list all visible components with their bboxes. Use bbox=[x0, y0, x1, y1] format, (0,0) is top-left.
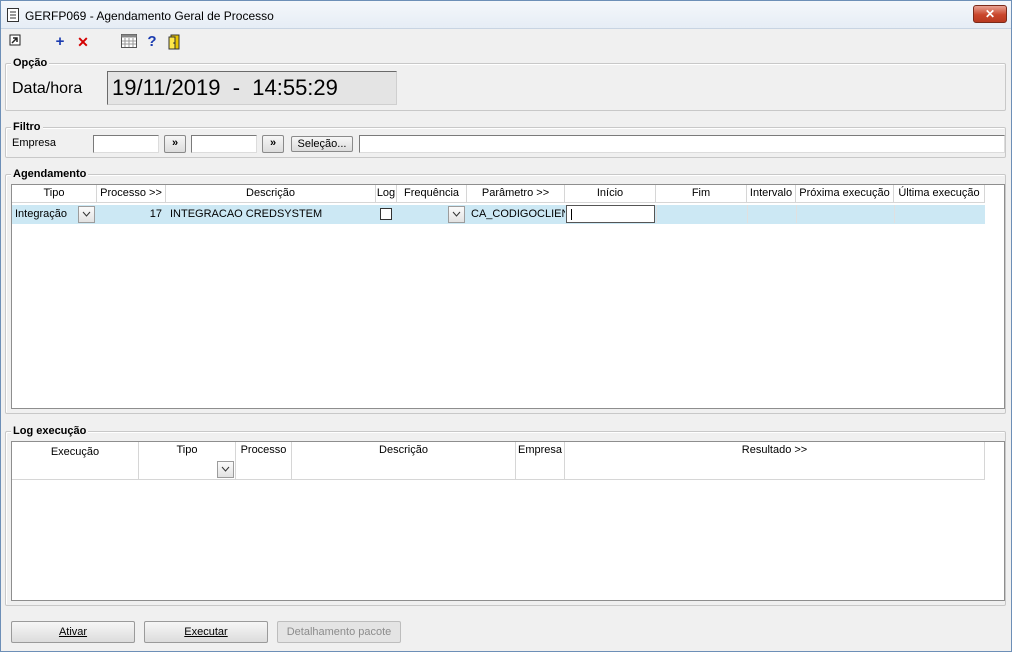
empresa-from-lookup-button[interactable]: » bbox=[164, 135, 186, 153]
col-inicio[interactable]: Início bbox=[565, 185, 656, 203]
main-window: GERFP069 - Agendamento Geral de Processo… bbox=[0, 0, 1012, 652]
log-tipo-dropdown-button[interactable] bbox=[217, 461, 234, 478]
log-group: Log execução Execução Tipo Processo Desc… bbox=[5, 424, 1006, 606]
opcao-legend: Opção bbox=[11, 56, 50, 70]
log-checkbox[interactable] bbox=[380, 208, 392, 220]
agendamento-grid: Tipo Processo >> Descrição Log Frequênci… bbox=[11, 184, 1005, 409]
cell-parametro: CA_CODIGOCLIENT bbox=[471, 208, 565, 220]
selecao-display bbox=[359, 135, 1005, 153]
agendamento-legend: Agendamento bbox=[11, 167, 89, 181]
tipo-dropdown-button[interactable] bbox=[78, 206, 95, 223]
ativar-button-label: Ativar bbox=[58, 626, 88, 638]
log-grid: Execução Tipo Processo Descrição Empresa… bbox=[11, 441, 1005, 601]
add-icon[interactable]: + bbox=[52, 34, 68, 50]
log-col-tipo[interactable]: Tipo bbox=[139, 442, 236, 480]
log-col-empresa[interactable]: Empresa bbox=[516, 442, 565, 480]
title-bar: GERFP069 - Agendamento Geral de Processo… bbox=[1, 1, 1011, 29]
chevron-down-icon bbox=[452, 211, 461, 217]
col-proxima[interactable]: Próxima execução bbox=[796, 185, 894, 203]
cell-processo: 17 bbox=[149, 208, 162, 220]
empresa-from-input[interactable] bbox=[93, 135, 159, 153]
document-icon bbox=[7, 8, 19, 22]
agendamento-group: Agendamento Tipo Processo >> Descrição L… bbox=[5, 167, 1006, 414]
col-parametro[interactable]: Parâmetro >> bbox=[467, 185, 565, 203]
log-legend: Log execução bbox=[11, 424, 89, 438]
empresa-to-input[interactable] bbox=[191, 135, 257, 153]
selecao-button[interactable]: Seleção... bbox=[291, 136, 353, 152]
close-button[interactable]: ✕ bbox=[973, 5, 1007, 23]
exit-icon[interactable] bbox=[7, 34, 23, 50]
log-col-descricao[interactable]: Descrição bbox=[292, 442, 516, 480]
frequencia-dropdown-button[interactable] bbox=[448, 206, 465, 223]
toolbar: + ✕ ? bbox=[1, 31, 1011, 53]
col-log[interactable]: Log bbox=[376, 185, 397, 203]
col-tipo[interactable]: Tipo bbox=[12, 185, 97, 203]
col-ultima[interactable]: Última execução bbox=[894, 185, 985, 203]
log-col-resultado[interactable]: Resultado >> bbox=[565, 442, 985, 480]
inicio-edit-input[interactable] bbox=[566, 205, 655, 223]
opcao-group: Opção Data/hora 19/11/2019 - 14:55:29 bbox=[5, 56, 1006, 111]
col-processo[interactable]: Processo >> bbox=[97, 185, 166, 203]
col-descricao[interactable]: Descrição bbox=[166, 185, 376, 203]
window-title: GERFP069 - Agendamento Geral de Processo bbox=[25, 9, 274, 23]
cell-fim bbox=[656, 205, 747, 223]
executar-button-label: Executar bbox=[184, 626, 228, 638]
executar-button[interactable]: Executar bbox=[144, 621, 268, 643]
table-row[interactable]: Integração 17 INTEGRACAO CREDSYSTEM CA_C… bbox=[12, 205, 985, 224]
cell-descricao: INTEGRACAO CREDSYSTEM bbox=[170, 208, 323, 220]
datahora-display: 19/11/2019 - 14:55:29 bbox=[107, 71, 397, 105]
empresa-to-lookup-button[interactable]: » bbox=[262, 135, 284, 153]
col-fim[interactable]: Fim bbox=[656, 185, 747, 203]
cell-tipo: Integração bbox=[15, 208, 67, 220]
delete-icon[interactable]: ✕ bbox=[75, 34, 91, 50]
cell-intervalo bbox=[747, 205, 796, 223]
datahora-label: Data/hora bbox=[12, 80, 83, 97]
col-frequencia[interactable]: Frequência bbox=[397, 185, 467, 203]
chevron-down-icon bbox=[82, 211, 91, 217]
log-col-execucao[interactable]: Execução bbox=[12, 442, 139, 480]
col-intervalo[interactable]: Intervalo bbox=[747, 185, 796, 203]
log-col-tipo-label: Tipo bbox=[176, 444, 198, 456]
cell-frequencia bbox=[397, 205, 447, 223]
ativar-button[interactable]: Ativar bbox=[11, 621, 135, 643]
chevron-down-icon bbox=[221, 466, 230, 472]
cell-proxima bbox=[796, 205, 894, 223]
filtro-group: Filtro Empresa » » Seleção... bbox=[5, 120, 1006, 158]
text-cursor bbox=[571, 209, 572, 220]
log-col-processo[interactable]: Processo bbox=[236, 442, 292, 480]
detalhamento-pacote-button[interactable]: Detalhamento pacote bbox=[277, 621, 401, 643]
help-icon[interactable]: ? bbox=[144, 34, 160, 50]
cell-ultima bbox=[894, 205, 985, 223]
filtro-legend: Filtro bbox=[11, 120, 43, 134]
empresa-label: Empresa bbox=[12, 137, 57, 149]
calendar-icon[interactable] bbox=[121, 34, 137, 50]
door-icon[interactable] bbox=[167, 34, 183, 50]
